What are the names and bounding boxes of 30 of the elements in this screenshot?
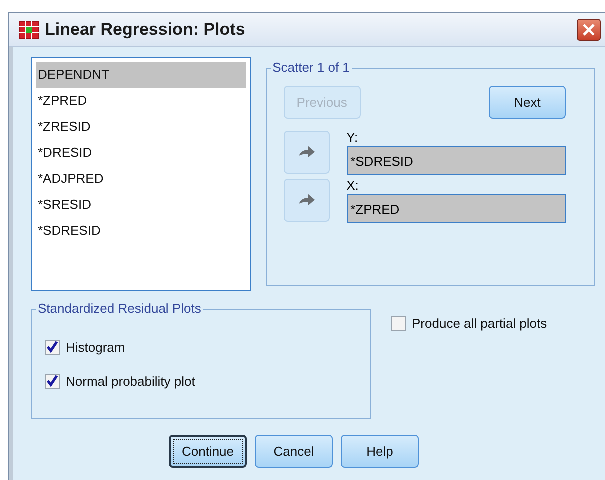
dialog-button[interactable]: Help xyxy=(341,435,419,468)
list-item[interactable]: DEPENDNT xyxy=(36,62,246,88)
arrow-icon xyxy=(298,146,316,160)
list-item[interactable]: *SRESID xyxy=(36,192,246,218)
window-title: Linear Regression: Plots xyxy=(45,20,246,40)
variable-field[interactable]: *SDRESID xyxy=(346,146,566,175)
dialog-button[interactable]: Cancel xyxy=(255,435,333,468)
checkbox-label[interactable]: Produce all partial plots xyxy=(412,316,548,330)
close-icon xyxy=(582,22,596,36)
checkbox-label[interactable]: Normal probability plot xyxy=(66,374,196,388)
checkbox[interactable] xyxy=(391,316,406,330)
checkbox[interactable] xyxy=(45,340,60,354)
list-item[interactable]: *SDRESID xyxy=(36,218,246,244)
field-label: X: xyxy=(346,177,360,194)
arrow-icon xyxy=(298,194,316,208)
list-item[interactable]: *DRESID xyxy=(36,140,246,166)
checkbox[interactable] xyxy=(45,374,60,388)
variable-field[interactable]: *ZPRED xyxy=(346,194,566,223)
table-icon xyxy=(19,20,39,38)
list-item[interactable]: *ADJPRED xyxy=(36,166,246,192)
variable-list[interactable]: DEPENDNT *ZPRED *ZRESID *DRESID *ADJPRED *SRESID *SDRESID xyxy=(31,57,251,291)
move-arrow-button[interactable] xyxy=(284,131,330,174)
close-button[interactable] xyxy=(577,18,601,40)
field-label: Y: xyxy=(346,129,360,146)
list-item[interactable]: *ZPRED xyxy=(36,88,246,114)
next-button[interactable]: Next xyxy=(489,86,566,119)
list-item[interactable]: *ZRESID xyxy=(36,114,246,140)
move-arrow-button[interactable] xyxy=(284,179,330,222)
dialog-button[interactable]: Continue xyxy=(169,435,247,468)
checkbox-label[interactable]: Histogram xyxy=(66,340,126,354)
